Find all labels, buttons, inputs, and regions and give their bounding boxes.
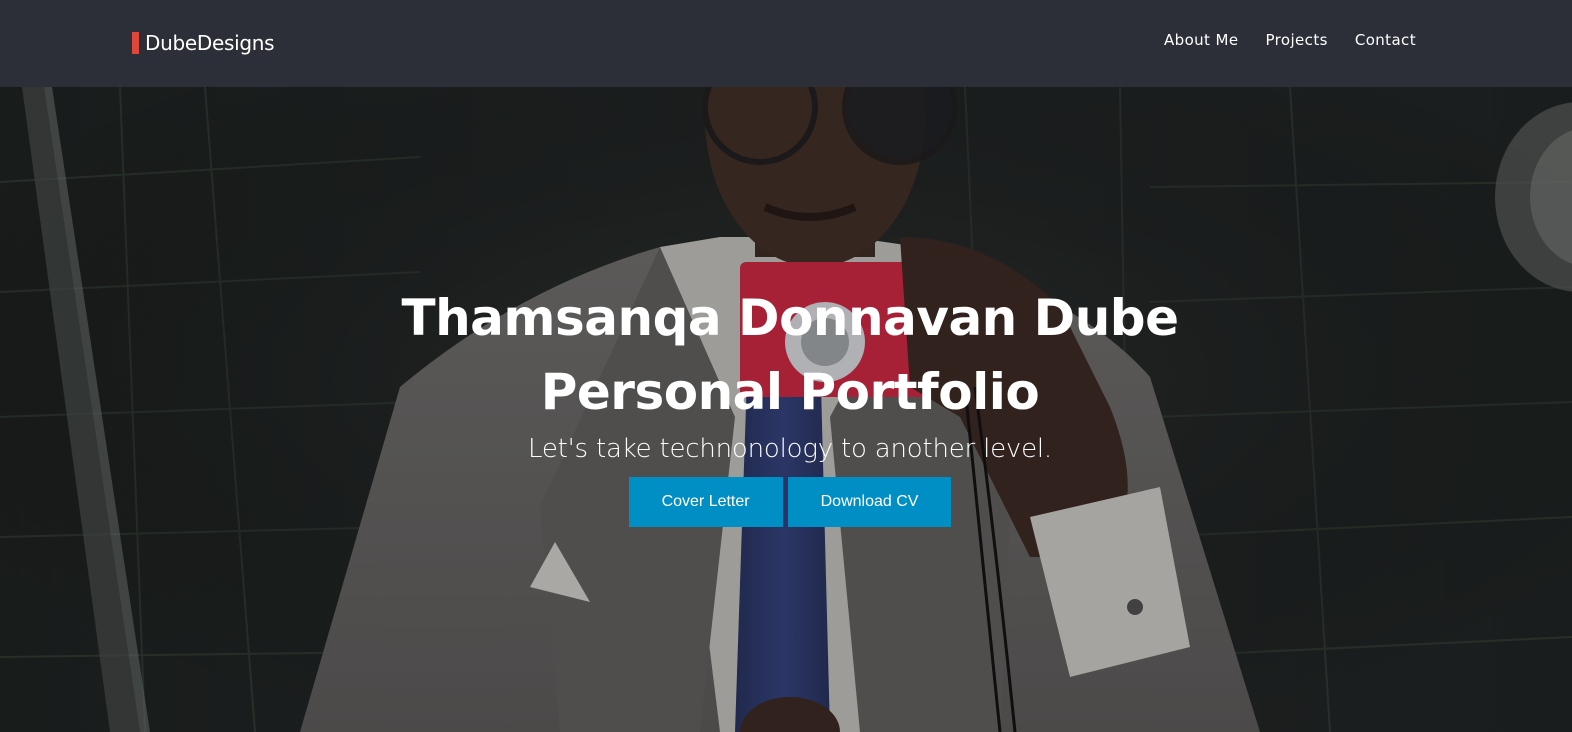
page: DubeDesigns About Me Projects Contact Th… — [0, 0, 1572, 732]
main-nav: About Me Projects Contact — [1164, 31, 1416, 49]
nav-link-about-me[interactable]: About Me — [1164, 31, 1239, 49]
hero-title-line-2: Personal Portfolio — [540, 363, 1040, 421]
navbar: DubeDesigns About Me Projects Contact — [0, 0, 1572, 87]
nav-link-contact[interactable]: Contact — [1355, 31, 1416, 49]
hero-content: Thamsanqa Donnavan Dube Personal Portfol… — [0, 281, 1572, 527]
brand-name: DubeDesigns — [145, 31, 275, 55]
hero-button-group: Cover Letter Download CV — [0, 477, 1572, 527]
hero-subtitle: Let's take technonology to another level… — [527, 434, 1052, 464]
cover-letter-button[interactable]: Cover Letter — [628, 477, 783, 527]
hero-section: Thamsanqa Donnavan Dube Personal Portfol… — [0, 87, 1572, 732]
download-cv-button[interactable]: Download CV — [787, 477, 952, 527]
brand-logo-link[interactable]: DubeDesigns — [132, 30, 275, 56]
brand-accent-bar — [132, 32, 139, 54]
hero-title-line-1: Thamsanqa Donnavan Dube — [401, 289, 1179, 347]
nav-link-projects[interactable]: Projects — [1265, 31, 1327, 49]
hero-title: Thamsanqa Donnavan Dube Personal Portfol… — [0, 281, 1572, 429]
